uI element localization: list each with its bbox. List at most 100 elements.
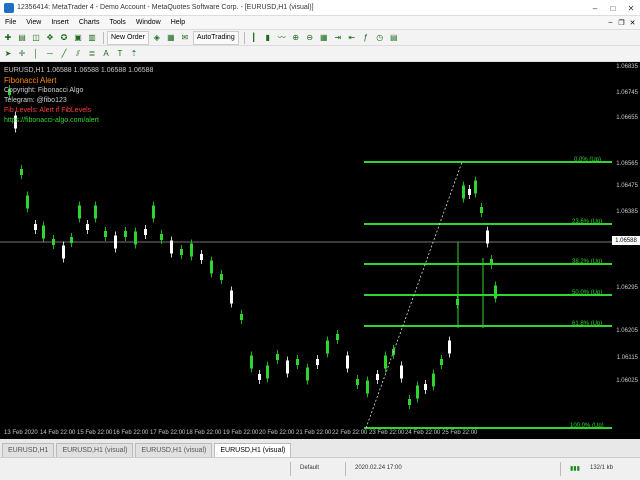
maximize-icon[interactable]: □: [604, 0, 622, 16]
menu-insert[interactable]: Insert: [46, 19, 74, 26]
arrows-icon[interactable]: ⇡: [128, 47, 140, 61]
trendline-icon[interactable]: ╱: [58, 47, 70, 61]
price-tick: 1.06295: [616, 285, 638, 291]
indicator-link[interactable]: https://fibonacci-algo.com/alert: [4, 116, 153, 126]
chart-tab[interactable]: EURUSD,H1 (visual): [56, 443, 134, 457]
mdi-minimize-icon[interactable]: –: [605, 17, 616, 28]
candle-body: [52, 239, 55, 245]
candle-body: [366, 380, 369, 394]
chart-shift-icon[interactable]: ⇤: [346, 31, 358, 45]
candlestick-icon[interactable]: ▮: [262, 31, 274, 45]
candle-body: [462, 185, 465, 199]
text-label-icon[interactable]: T: [114, 47, 126, 61]
time-tick: 14 Feb 22:00: [40, 430, 76, 436]
candle-body: [474, 180, 477, 194]
fibo-label: 50.0% (Up): [572, 290, 603, 296]
close-icon[interactable]: ✕: [622, 0, 640, 16]
candle-body: [494, 285, 497, 299]
indicator-title: Fibonacci Alert: [4, 76, 57, 85]
candle-body: [486, 230, 489, 244]
candle-body: [250, 355, 253, 369]
terminal-icon[interactable]: ▣: [72, 31, 84, 45]
time-tick: 15 Feb 22:00: [77, 430, 113, 436]
candle-body: [296, 359, 299, 365]
mdi-close-icon[interactable]: ✕: [627, 17, 638, 28]
indicators-icon[interactable]: ƒ: [360, 31, 372, 45]
price-chart[interactable]: EURUSD,H1 1.06588 1.06588 1.06588 1.0658…: [0, 62, 640, 439]
current-price-label: 1.06588: [612, 236, 640, 245]
data-window-icon[interactable]: ✥: [44, 31, 56, 45]
menu-view[interactable]: View: [21, 19, 46, 26]
new-order-button[interactable]: New Order: [107, 30, 149, 45]
vertical-line-icon[interactable]: │: [30, 47, 42, 61]
candle-body: [440, 359, 443, 365]
autotrading-button[interactable]: AutoTrading: [192, 30, 239, 45]
profiles-icon[interactable]: ▤: [16, 31, 28, 45]
candle-body: [170, 240, 173, 254]
candle-body: [160, 234, 163, 240]
bar-chart-icon[interactable]: ┃: [248, 31, 260, 45]
horizontal-line-icon[interactable]: ─: [44, 47, 56, 61]
mdi-restore-icon[interactable]: ❐: [616, 17, 627, 28]
line-chart-icon[interactable]: 〰: [276, 31, 288, 45]
menu-window[interactable]: Window: [131, 19, 166, 26]
menu-help[interactable]: Help: [166, 19, 190, 26]
menu-charts[interactable]: Charts: [74, 19, 105, 26]
candle-body: [180, 249, 183, 255]
zoom-out-icon[interactable]: ⊖: [304, 31, 316, 45]
candle-body: [114, 235, 117, 249]
chart-tab[interactable]: EURUSD,H1 (visual): [135, 443, 213, 457]
market-watch-icon[interactable]: ◫: [30, 31, 42, 45]
time-tick: 21 Feb 22:00: [296, 430, 332, 436]
tile-windows-icon[interactable]: ▦: [318, 31, 330, 45]
minimize-icon[interactable]: –: [586, 0, 604, 16]
status-divider: [345, 462, 346, 476]
candle-body: [152, 205, 155, 219]
candle-body: [356, 379, 359, 385]
chart-tab-active[interactable]: EURUSD,H1 (visual): [214, 443, 292, 457]
window-title: 12356414: MetaTrader 4 - Demo Account - …: [17, 4, 314, 11]
chart-tab[interactable]: EURUSD,H1: [2, 443, 55, 457]
connection-icon: ▮▮▮: [570, 466, 580, 472]
strategy-tester-icon[interactable]: ▥: [86, 31, 98, 45]
market-icon[interactable]: ▦: [165, 31, 177, 45]
templates-icon[interactable]: ▤: [388, 31, 400, 45]
candle-body: [306, 367, 309, 381]
autoscroll-icon[interactable]: ⇥: [332, 31, 344, 45]
indicator-overlay: EURUSD,H1 1.06588 1.06588 1.06588 1.0658…: [4, 66, 153, 126]
status-datetime: 2020.02.24 17:00: [355, 465, 402, 471]
menu-tools[interactable]: Tools: [104, 19, 130, 26]
text-icon[interactable]: A: [100, 47, 112, 61]
equidistant-channel-icon[interactable]: ⫽: [72, 47, 84, 61]
cursor-icon[interactable]: ➤: [2, 47, 14, 61]
price-tick: 1.06115: [616, 355, 638, 361]
candle-body: [86, 224, 89, 230]
status-bar: Default 2020.02.24 17:00 ▮▮▮ 132/1 kb: [0, 457, 640, 480]
status-divider: [290, 462, 291, 476]
symbol-info: EURUSD,H1 1.06588 1.06588 1.06588 1.0658…: [4, 67, 154, 74]
metaeditor-icon[interactable]: ◈: [151, 31, 163, 45]
menu-file[interactable]: File: [0, 19, 21, 26]
candle-body: [424, 384, 427, 390]
candle-body: [408, 399, 411, 405]
zoom-in-icon[interactable]: ⊕: [290, 31, 302, 45]
periods-icon[interactable]: ◷: [374, 31, 386, 45]
price-tick: 1.06385: [616, 209, 638, 215]
status-profile: Default: [300, 465, 320, 471]
candle-body: [416, 385, 419, 399]
candle-body: [276, 354, 279, 360]
time-axis: 13 Feb 2020 14 Feb 22:00 15 Feb 22:00 16…: [0, 425, 612, 439]
candle-body: [286, 360, 289, 374]
price-tick: 1.06655: [616, 115, 638, 121]
navigator-icon[interactable]: ✪: [58, 31, 70, 45]
time-tick: 17 Feb 22:00: [150, 430, 186, 436]
time-tick: 19 Feb 22:00: [223, 430, 259, 436]
candle-body: [384, 355, 387, 369]
fibonacci-icon[interactable]: ≣: [86, 47, 98, 61]
signals-icon[interactable]: ✉: [179, 31, 191, 45]
new-chart-icon[interactable]: ✚: [2, 31, 14, 45]
candle-body: [376, 374, 379, 380]
candle-body: [480, 207, 483, 213]
crosshair-icon[interactable]: ✛: [16, 47, 28, 61]
status-divider: [560, 462, 561, 476]
